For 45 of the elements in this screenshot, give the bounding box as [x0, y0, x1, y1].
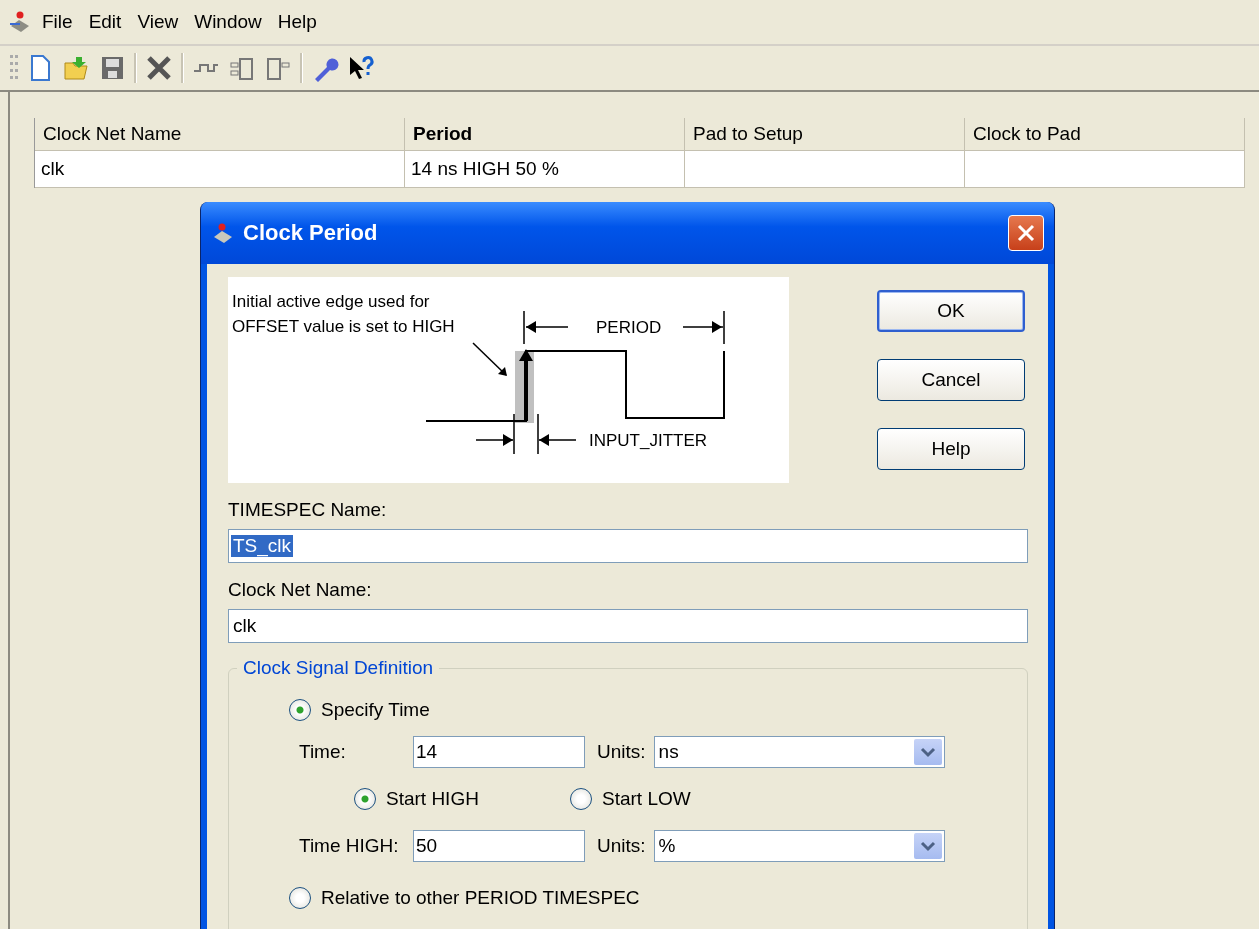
radio-option[interactable]: Start LOW [570, 782, 786, 816]
group-title: Clock Signal Definition [242, 657, 435, 679]
menu-item[interactable]: Edit [82, 9, 128, 35]
menu-item[interactable]: Window [188, 9, 268, 35]
radio-option[interactable]: Relative to other PERIOD TIMESPEC [289, 881, 1027, 915]
diagram-note: Initial active edge used for OFFSET value is set to HIGH [232, 292, 455, 336]
field-label: Clock Net Name: [228, 578, 373, 602]
field-label: TIMESPEC Name: [228, 498, 388, 522]
field-label: Time HIGH: [299, 835, 400, 857]
radio-option[interactable]: Start HIGH [354, 782, 570, 816]
period-label: PERIOD [596, 318, 662, 337]
units-label: Units: [597, 741, 646, 763]
column-header[interactable]: Clock to Pad [965, 118, 1245, 151]
units-dropdown[interactable]: % [653, 830, 945, 862]
caret-icon [919, 746, 936, 758]
input-field[interactable]: clk [228, 609, 1028, 643]
input-field[interactable]: 50 [413, 830, 585, 862]
close-icon [1016, 223, 1036, 243]
grip-icon [10, 55, 18, 81]
field-label: Time: [299, 741, 347, 763]
table-cell: 14 ns HIGH 50 % [405, 151, 685, 188]
close-button[interactable] [1008, 215, 1044, 251]
dialog-title: Clock Period [243, 220, 379, 246]
units-dropdown[interactable]: ns [653, 736, 945, 768]
dialog-button[interactable]: Help [877, 428, 1025, 470]
radio-button[interactable] [289, 887, 311, 909]
menu-item[interactable]: File [36, 9, 79, 35]
dialog-button[interactable]: OK [877, 290, 1025, 332]
menu-item[interactable]: Help [271, 9, 323, 35]
radio-button[interactable] [354, 788, 376, 810]
jitter-label: INPUT_JITTER [589, 431, 708, 450]
menu-item[interactable]: View [131, 9, 185, 35]
input-field[interactable]: TS_clk [228, 529, 1028, 563]
leader-line [472, 342, 507, 376]
radio-option[interactable]: Specify Time [289, 693, 1027, 727]
radio-button[interactable] [289, 699, 311, 721]
column-header[interactable]: Clock Net Name [35, 118, 405, 151]
column-header[interactable]: Pad to Setup [685, 118, 965, 151]
column-header[interactable]: Period [405, 118, 685, 151]
dialog-button[interactable]: Cancel [877, 359, 1025, 401]
table-cell: clk [35, 151, 405, 188]
input-field[interactable]: 14 [413, 736, 585, 768]
radio-button[interactable] [570, 788, 592, 810]
caret-icon [919, 840, 936, 852]
units-label: Units: [597, 835, 646, 857]
